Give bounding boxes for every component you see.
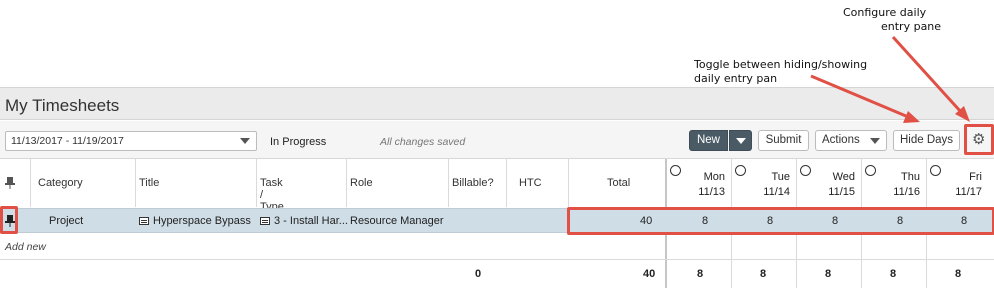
annotation-arrows [810, 35, 970, 123]
arrow-to-hide-days-head [903, 111, 920, 123]
arrow-to-gear [891, 35, 963, 114]
arrow-to-hide-days [810, 74, 907, 118]
